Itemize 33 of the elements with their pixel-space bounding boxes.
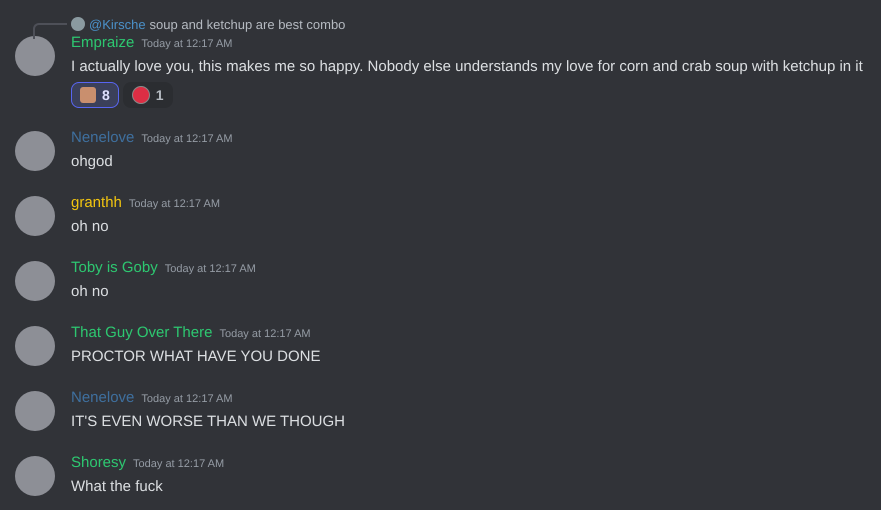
avatar[interactable] <box>15 456 55 496</box>
message-text: oh no <box>71 282 110 302</box>
reply-text: soup and ketchup are best combo <box>150 16 346 32</box>
timestamp: Today at 12:17 AM <box>164 263 256 275</box>
username[interactable]: granthh <box>71 194 122 211</box>
message-text: oh no <box>71 217 110 237</box>
username[interactable]: Empraize <box>71 34 134 51</box>
avatar[interactable] <box>15 36 55 76</box>
username[interactable]: Shoresy <box>71 454 126 471</box>
avatar[interactable] <box>15 326 55 366</box>
avatar-icon <box>71 17 85 31</box>
timestamp: Today at 12:17 AM <box>141 393 233 405</box>
circle-icon <box>132 86 150 104</box>
emoji-icon <box>80 87 96 103</box>
username[interactable]: Toby is Goby <box>71 259 158 276</box>
timestamp: Today at 12:17 AM <box>128 198 220 210</box>
message-text: IT'S EVEN WORSE THAN WE THOUGH <box>71 412 346 432</box>
message-text: PROCTOR WHAT HAVE YOU DONE <box>71 347 322 367</box>
reaction-button[interactable]: 1 <box>122 82 173 108</box>
avatar[interactable] <box>15 391 55 431</box>
username[interactable]: That Guy Over There <box>71 324 212 341</box>
message-text: ohgod <box>71 152 114 172</box>
message-text: What the fuck <box>71 477 164 497</box>
message-text: I actually love you, this makes me so happy. Nobody else understands my love for corn and crab soup with ketchup in it <box>71 57 864 77</box>
avatar[interactable] <box>15 196 55 236</box>
timestamp: Today at 12:17 AM <box>133 458 224 470</box>
timestamp: Today at 12:17 AM <box>219 328 311 340</box>
timestamp: Today at 12:17 AM <box>141 38 232 50</box>
reaction-button[interactable]: 8 <box>71 82 119 108</box>
avatar[interactable] <box>15 261 55 301</box>
mention-link[interactable]: @Kirsche <box>89 16 146 32</box>
timestamp: Today at 12:17 AM <box>141 133 233 145</box>
avatar[interactable] <box>15 131 55 171</box>
